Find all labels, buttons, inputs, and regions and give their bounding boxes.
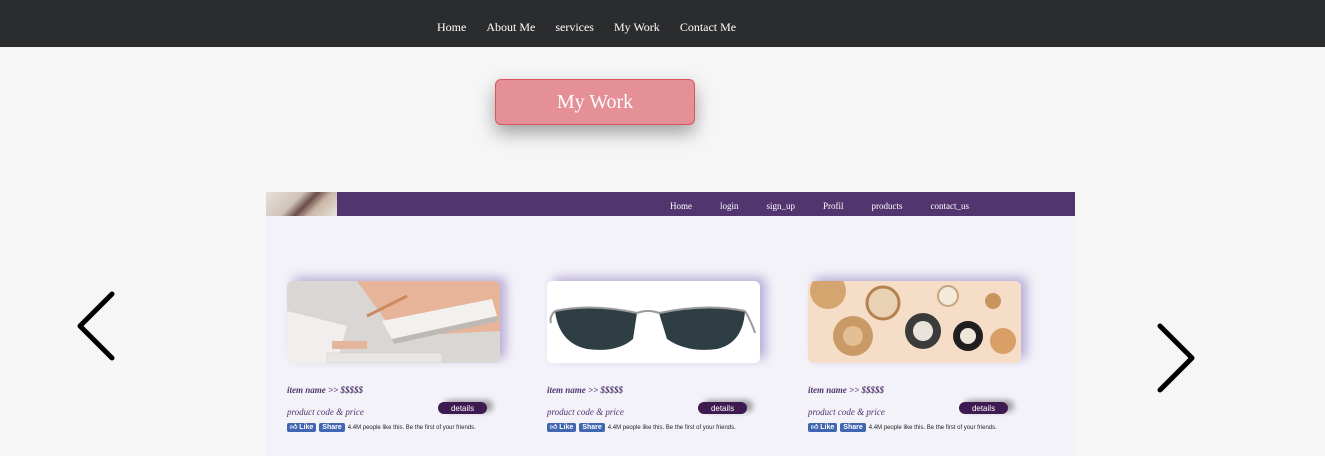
nav-link-home[interactable]: Home — [437, 20, 466, 34]
facebook-like-widget: 👍︎ Like Share 4.4M people like this. Be … — [808, 423, 997, 432]
preview-nav-products[interactable]: products — [872, 201, 903, 211]
item-name-label: item name >> $$$$$ — [808, 385, 885, 395]
fb-like-count-text: 4.4M people like this. Be the first of y… — [868, 424, 997, 431]
product-image-sunglasses — [547, 281, 760, 363]
thumbs-up-icon: 👍︎ — [550, 424, 560, 431]
nav-link-about-me[interactable]: About Me — [486, 20, 535, 34]
preview-logo-image — [266, 192, 337, 216]
carousel-next-button[interactable] — [1146, 318, 1206, 398]
project-preview-screenshot[interactable]: Home login sign_up Profil products conta… — [266, 192, 1075, 456]
fb-like-button[interactable]: 👍︎ Like — [808, 423, 838, 432]
preview-nav-profil[interactable]: Profil — [823, 201, 844, 211]
product-image-notebook — [287, 281, 500, 363]
product-code-price-label: product code & price — [287, 407, 364, 417]
preview-nav-login[interactable]: login — [720, 201, 739, 211]
preview-nav-contact-us[interactable]: contact_us — [931, 201, 970, 211]
my-work-heading-button[interactable]: My Work — [495, 79, 695, 125]
details-button[interactable]: details — [698, 402, 747, 414]
preview-nav-sign-up[interactable]: sign_up — [767, 201, 796, 211]
product-card: item name >> $$$$$ product code & price … — [547, 281, 760, 432]
fb-like-label: Like — [820, 424, 835, 431]
details-button[interactable]: details — [438, 402, 487, 414]
facebook-like-widget: 👍︎ Like Share 4.4M people like this. Be … — [287, 423, 476, 432]
fb-like-label: Like — [559, 424, 574, 431]
facebook-like-widget: 👍︎ Like Share 4.4M people like this. Be … — [547, 423, 736, 432]
preview-nav-links: Home login sign_up Profil products conta… — [670, 201, 969, 211]
thumbs-up-icon: 👍︎ — [811, 424, 821, 431]
top-navbar: Home About Me services My Work Contact M… — [0, 0, 1325, 47]
fb-like-button[interactable]: 👍︎ Like — [547, 423, 577, 432]
chevron-left-icon — [77, 291, 115, 361]
fb-like-label: Like — [299, 424, 314, 431]
product-card: item name >> $$$$$ product code & price … — [808, 281, 1021, 432]
details-button[interactable]: details — [959, 402, 1008, 414]
product-code-price-label: product code & price — [547, 407, 624, 417]
item-name-label: item name >> $$$$$ — [287, 385, 364, 395]
carousel-prev-button[interactable] — [70, 286, 130, 366]
item-name-label: item name >> $$$$$ — [547, 385, 624, 395]
thumbs-up-icon: 👍︎ — [290, 424, 300, 431]
fb-share-button[interactable]: Share — [579, 423, 605, 432]
nav-link-my-work[interactable]: My Work — [614, 20, 660, 34]
preview-navbar: Home login sign_up Profil products conta… — [266, 192, 1075, 216]
product-code-price-label: product code & price — [808, 407, 885, 417]
preview-nav-home[interactable]: Home — [670, 201, 692, 211]
fb-share-button[interactable]: Share — [840, 423, 866, 432]
fb-share-button[interactable]: Share — [319, 423, 345, 432]
top-nav-links: Home About Me services My Work Contact M… — [437, 20, 756, 34]
fb-like-count-text: 4.4M people like this. Be the first of y… — [607, 424, 736, 431]
nav-link-services[interactable]: services — [555, 20, 594, 34]
fb-like-button[interactable]: 👍︎ Like — [287, 423, 317, 432]
product-card: item name >> $$$$$ product code & price … — [287, 281, 500, 432]
fb-like-count-text: 4.4M people like this. Be the first of y… — [347, 424, 476, 431]
chevron-right-icon — [1157, 323, 1195, 393]
product-image-earrings — [808, 281, 1021, 363]
nav-link-contact-me[interactable]: Contact Me — [680, 20, 736, 34]
